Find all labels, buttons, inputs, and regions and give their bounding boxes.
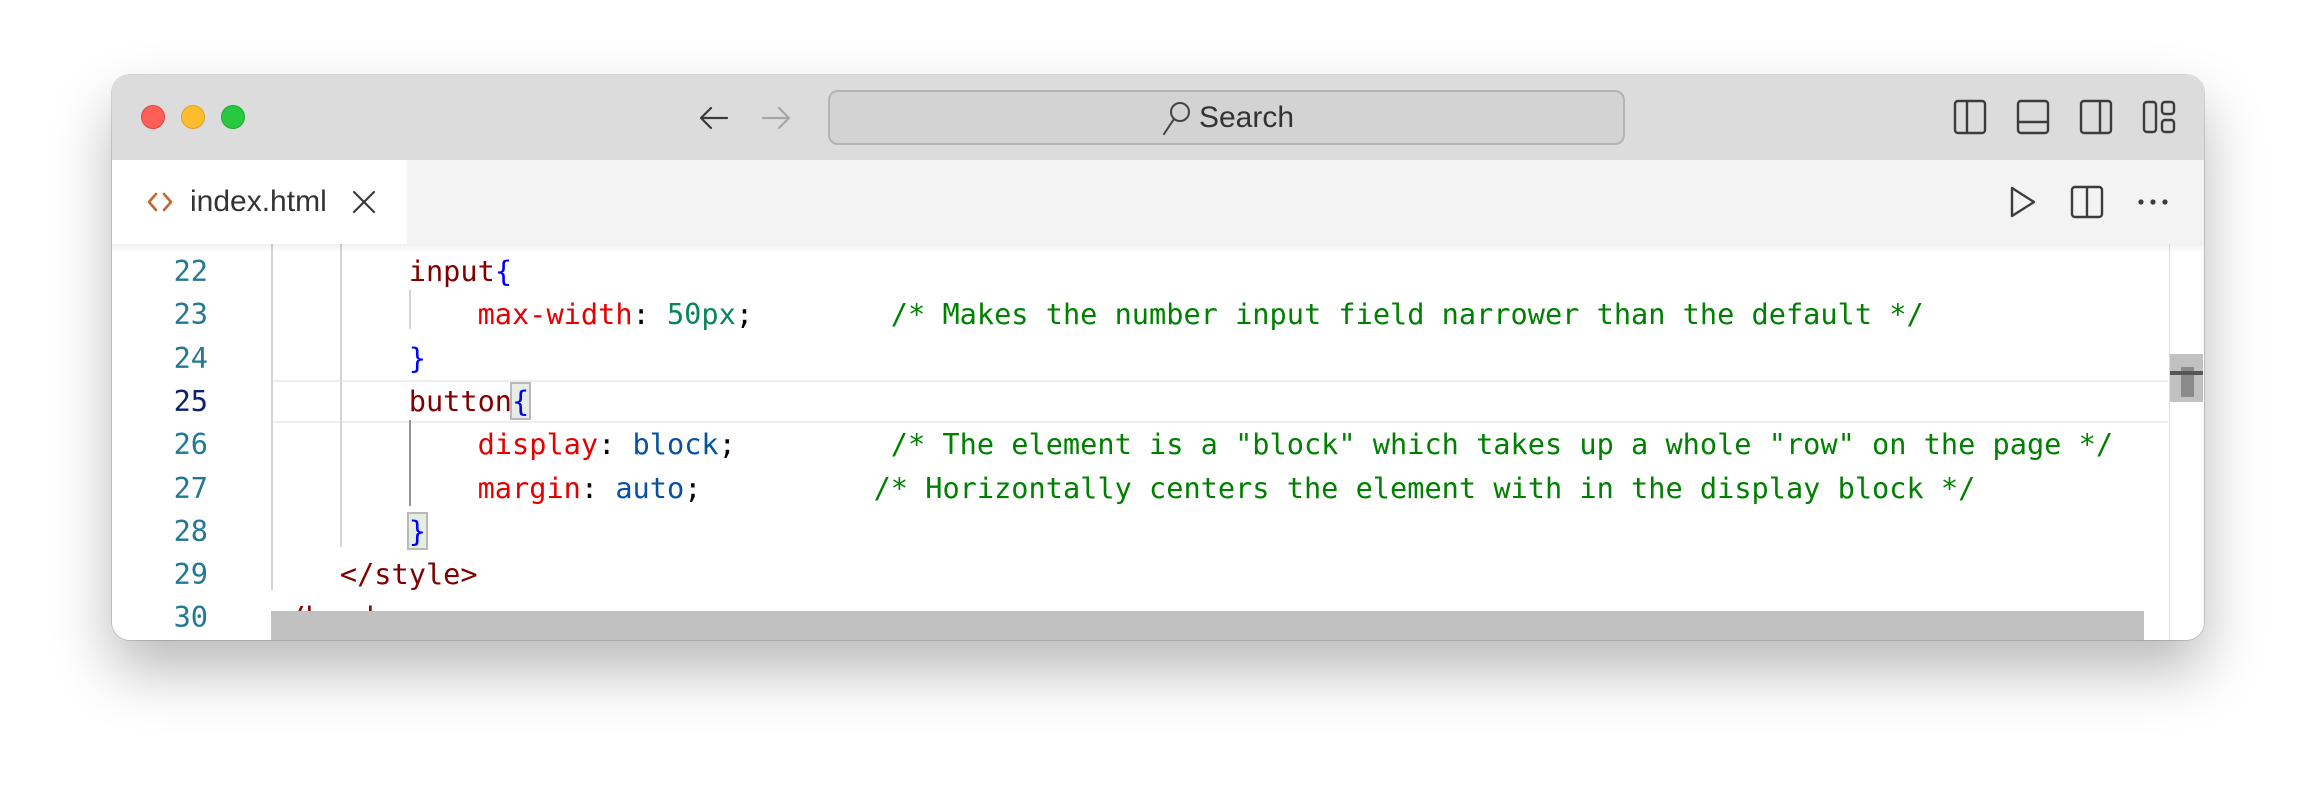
line-number: 28 [173, 513, 208, 548]
code-token: : [598, 427, 633, 462]
code-line[interactable]: 22 input{ [112, 250, 2168, 293]
arrow-right-icon[interactable] [759, 101, 793, 135]
search-label: Search [1198, 100, 1295, 134]
indent-guide [271, 244, 273, 590]
run-icon[interactable] [2004, 184, 2038, 220]
line-number: 22 [173, 254, 208, 288]
code-line[interactable]: 27 margin: auto; /* Horizontally centers… [112, 467, 2168, 510]
vertical-scrollbar-track[interactable] [2169, 244, 2170, 640]
close-window-button[interactable] [141, 105, 165, 129]
code-token: ; [735, 297, 754, 332]
tab-index-html[interactable]: index.html [112, 160, 407, 244]
code-editor[interactable]: 22 input{23 max-width: 50px; /* Makes th… [112, 244, 2204, 640]
code-token: : [632, 297, 667, 332]
toggle-panel-icon[interactable] [2016, 99, 2050, 135]
current-line-highlight [271, 379, 2168, 423]
code-token: : [580, 470, 616, 505]
title-bar: Search [112, 75, 2204, 160]
line-number: 26 [173, 427, 208, 462]
indent-guide [340, 244, 342, 547]
code-token: } [406, 511, 428, 550]
editor-window: Search index.html 22 input{23 max-width… [112, 75, 2204, 640]
tab-label: index.html [190, 185, 327, 218]
indent-guide [409, 290, 411, 329]
html-file-icon [147, 192, 173, 212]
line-number: 27 [173, 470, 208, 505]
zoom-window-button[interactable] [221, 105, 245, 129]
editor-actions [2004, 184, 2170, 220]
toggle-secondary-sidebar-icon[interactable] [2079, 99, 2113, 135]
split-editor-icon[interactable] [2070, 184, 2104, 220]
horizontal-scrollbar[interactable] [271, 611, 2144, 640]
scrollbar-cursor-marker [2170, 371, 2203, 375]
code-line[interactable]: 24 } [112, 337, 2168, 380]
line-code: max-width: 50px; /* Makes the number inp… [271, 293, 1924, 336]
customize-layout-icon[interactable] [2142, 99, 2176, 135]
line-number: 25 [173, 383, 208, 418]
command-center-search[interactable]: Search [828, 90, 1625, 145]
line-number: 24 [173, 340, 208, 375]
code-token: input [408, 254, 495, 288]
code-token: block [632, 427, 719, 462]
code-line[interactable]: 29 </style> [112, 553, 2168, 596]
code-token: { [494, 254, 513, 288]
code-comment: /* The element is a "block" which takes … [890, 427, 2114, 462]
line-code: } [271, 337, 426, 380]
line-code: input{ [271, 250, 512, 293]
close-icon[interactable] [351, 189, 377, 215]
line-number: 30 [173, 600, 208, 635]
search-icon [1162, 101, 1190, 135]
line-code: } [271, 510, 428, 553]
indent-guide-active [409, 420, 411, 506]
code-comment: /* Horizontally centers the element with… [873, 470, 1976, 505]
code-token: auto [615, 470, 685, 505]
editor-top-shadow [112, 244, 2204, 252]
code-token: button [408, 383, 513, 418]
code-token: } [408, 340, 426, 375]
line-number: 29 [173, 557, 208, 592]
code-line[interactable]: 23 max-width: 50px; /* Makes the number … [112, 293, 2168, 336]
line-code: margin: auto; /* Horizontally centers th… [271, 467, 1976, 510]
code-token: ; [684, 470, 702, 505]
code-token: </style> [339, 557, 478, 592]
code-line[interactable]: 28 } [112, 510, 2168, 553]
code-token: margin [477, 470, 581, 505]
code-token: max-width [477, 297, 633, 332]
layout-controls [1953, 99, 2176, 135]
code-token: display [477, 427, 599, 462]
minimize-window-button[interactable] [181, 105, 205, 129]
line-number: 23 [173, 297, 208, 332]
line-code: button{ [271, 380, 532, 423]
code-token: ; [718, 427, 736, 462]
code-token: 50px [666, 297, 736, 332]
code-comment: /* Makes the number input field narrower… [890, 297, 1924, 332]
toggle-primary-sidebar-icon[interactable] [1953, 99, 1987, 135]
code-token: { [510, 381, 532, 420]
line-code: </style> [271, 553, 478, 596]
code-line[interactable]: 25 button{ [112, 379, 2168, 423]
code-line[interactable]: 26 display: block; /* The element is a "… [112, 423, 2168, 466]
line-code: display: block; /* The element is a "blo… [271, 423, 2113, 466]
tab-bar: index.html [112, 160, 2204, 244]
more-actions-icon[interactable] [2136, 184, 2170, 220]
arrow-left-icon[interactable] [697, 101, 731, 135]
